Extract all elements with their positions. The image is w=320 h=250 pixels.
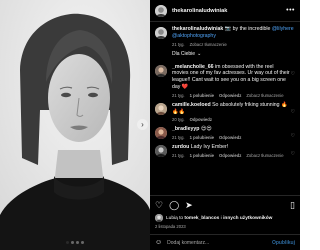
comment-username[interactable]: camille.koeloed [172,102,211,108]
see-translation-link[interactable]: Zobacz tłumaczenie [190,42,227,47]
see-translation-link[interactable]: Zobacz tłumaczenie [246,93,283,98]
author-avatar[interactable] [155,27,167,39]
author-username[interactable]: thekarolinaludwiniak [172,8,227,14]
add-comment-input[interactable]: Dodaj komentarz... [167,240,272,246]
comment-likes[interactable]: 1 polubienie [190,93,214,98]
reply-link[interactable]: Odpowiedz [190,117,212,122]
comment-item: camille.koeloed So absolutely friking st… [155,101,295,122]
carousel-dot [66,241,69,244]
post-caption: thekarolinaludwiniak 📷 by the incredible… [155,26,295,47]
see-translation-link[interactable]: Zobacz tłumaczenie [246,153,283,158]
comment-filter-dropdown[interactable]: Dla Ciebie ⌄ [172,51,295,57]
heart-icon[interactable]: ♡ [291,133,295,139]
likes-prefix: Lubią to [166,215,185,221]
commenter-avatar[interactable] [155,127,167,140]
reply-link[interactable]: Odpowiedz [219,153,241,158]
share-icon[interactable]: ➤ [185,200,193,210]
comment-emoji: ❤️ [181,83,189,90]
comment-username[interactable]: _melancholie_66 [172,64,214,70]
carousel-dot [81,241,84,244]
instagram-post-dialog: › thekarolinaludwiniak ••• thekarolinalu… [0,0,300,250]
comment-username[interactable]: zurdou [172,144,189,150]
comment-filter-label: Dla Ciebie [172,50,196,57]
likes-summary: Lubią to tomek_blancos i innych użytkown… [155,214,295,222]
add-comment-bar: ☺ Dodaj komentarz... Opublikuj [150,234,300,250]
liker-avatar[interactable] [155,214,163,222]
heart-icon[interactable]: ♡ [291,109,295,115]
carousel-dot [76,241,79,244]
bookmark-icon[interactable]: ▯ [290,200,295,210]
comment-time[interactable]: 20 tyg. [172,117,185,122]
commenter-avatar[interactable] [155,145,167,158]
post-date[interactable]: 2 listopada 2023 [155,224,295,229]
author-avatar[interactable] [155,4,167,17]
commenter-avatar[interactable] [155,64,167,77]
caption-text: 📷 by the incredible [223,26,272,32]
caption-username[interactable]: thekarolinaludwiniak [172,26,223,32]
comment-likes[interactable]: 1 polubienie [190,135,214,140]
carousel-dot [71,241,74,244]
chevron-down-icon: ⌄ [197,50,202,57]
carousel-dots [0,241,150,244]
post-panel: thekarolinaludwiniak ••• thekarolinaludw… [150,0,300,250]
comment-text: Lady Ivy Ember! [189,144,229,151]
post-media[interactable]: › [0,0,150,250]
liker-username[interactable]: tomek_blancos [184,216,219,221]
comment-text: So absolutely friking stunning [210,101,282,108]
likes-others-link[interactable]: innych użytkowników [223,216,272,221]
comment-item: _melancholie_66 im obsessed with the ree… [155,64,295,98]
comment-time[interactable]: 21 tyg. [172,93,185,98]
emoji-icon[interactable]: ☺ [155,239,162,246]
comment-time[interactable]: 21 tyg. [172,153,185,158]
heart-icon[interactable]: ♡ [291,151,295,157]
like-heart-icon[interactable]: ♡ [155,200,163,210]
reply-link[interactable]: Odpowiedz [219,93,241,98]
next-image-button[interactable]: › [137,119,148,130]
comment-item: zurdou Lady Ivy Ember! 21 tyg. 1 polubie… [155,144,295,158]
comments-list: thekarolinaludwiniak 📷 by the incredible… [150,22,300,195]
post-actions: ♡ ◯ ➤ ▯ Lubią to tomek_blancos i innych … [150,195,300,229]
comment-likes[interactable]: 1 polubienie [190,153,214,158]
commenter-avatar[interactable] [155,102,167,115]
comment-username[interactable]: _bradleyyp [172,126,199,132]
comment-item: _bradleyyp 😍😍 21 tyg. 1 polubienie Odpow… [155,126,295,140]
post-header: thekarolinaludwiniak ••• [150,0,300,22]
reply-link[interactable]: Odpowiedz [219,135,241,140]
portrait-photo [0,0,150,250]
caption-time[interactable]: 21 tyg. [172,42,185,47]
more-horizontal-icon[interactable]: ••• [286,7,295,14]
heart-icon[interactable]: ♡ [291,71,295,77]
caption-mention[interactable]: @lilyhere [272,26,294,32]
publish-comment-button[interactable]: Opublikuj [272,240,295,246]
comment-emoji: 😍😍 [200,126,212,133]
caption-mention[interactable]: @aktophotography [172,33,216,39]
comment-time[interactable]: 21 tyg. [172,135,185,140]
comment-icon[interactable]: ◯ [169,200,179,210]
